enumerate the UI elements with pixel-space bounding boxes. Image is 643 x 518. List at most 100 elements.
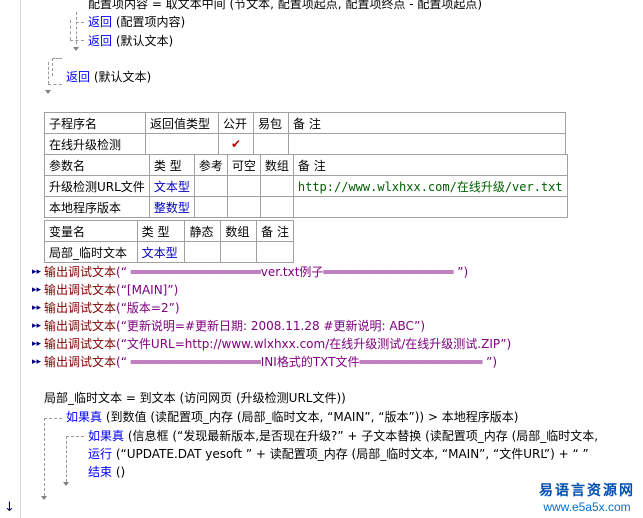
debug-argument: (“ ══════════════════INI格式的TXT文件════════…	[116, 355, 498, 369]
param-name[interactable]: 升级检测URL文件	[44, 175, 150, 197]
code-line-assign[interactable]: 局部_临时文本 = 到文本 (访问网页 (升级检测URL文件))	[44, 390, 346, 406]
variable-table: 变量名 类 型 静态 数组 备 注 局部_临时文本 文本型	[44, 220, 294, 263]
code-line-if-version[interactable]: 如果真 (到数值 (读配置项_内存 (局部_临时文本, “MAIN”, “版本”…	[66, 409, 518, 425]
parameter-row[interactable]: 本地程序版本 整数型	[44, 196, 568, 218]
header-cell: 数组	[259, 154, 294, 176]
code-line-return-content[interactable]: 返回 (配置项内容)	[88, 14, 185, 30]
header-cell: 公开	[218, 112, 254, 134]
var-name[interactable]: 局部_临时文本	[44, 241, 138, 263]
code-line-debug[interactable]: 输出调试文本(“ ══════════════════ver.txt例子════…	[44, 264, 468, 280]
header-cell: 参数名	[44, 154, 150, 176]
code-line-run[interactable]: 运行 (“UPDATE.DAT yesoft ” + 读配置项_内存 (局部_临…	[88, 446, 589, 462]
current-line-arrow-icon: ↓	[4, 500, 15, 515]
debug-function: 输出调试文本	[44, 283, 117, 297]
debug-argument: (“ ══════════════════ver.txt例子══════════…	[116, 265, 469, 279]
tree-guide	[48, 62, 49, 84]
param-array[interactable]	[259, 196, 294, 218]
subroutine-name[interactable]: 在线升级检测	[44, 133, 146, 155]
param-nullable[interactable]	[226, 196, 261, 218]
tree-guide	[70, 20, 71, 40]
param-type[interactable]: 文本型	[148, 175, 195, 197]
variable-header-row: 变量名 类 型 静态 数组 备 注	[44, 220, 294, 242]
breakpoint-marker-icon[interactable]: ▸▸	[32, 354, 41, 370]
tree-branch	[66, 436, 84, 437]
breakpoint-marker-icon[interactable]: ▸▸	[32, 300, 41, 316]
parameter-table: 参数名 类 型 参考 可空 数组 备 注 升级检测URL文件 文本型 http:…	[44, 154, 568, 218]
header-cell: 静态	[184, 220, 222, 242]
tree-guide	[44, 418, 45, 496]
variable-row[interactable]: 局部_临时文本 文本型	[44, 241, 294, 263]
flow-arrow-icon	[63, 482, 69, 486]
tree-guide	[66, 436, 67, 482]
header-cell: 子程序名	[44, 112, 146, 134]
breakpoint-marker-icon[interactable]: ▸▸	[32, 336, 41, 352]
flow-arrow-icon	[45, 90, 51, 94]
site-watermark: 易语言资源网 www.e5a5x.com	[539, 480, 635, 514]
if-keyword: 如果真	[88, 429, 125, 443]
public-check-icon[interactable]: ✔	[218, 133, 254, 155]
code-line-debug[interactable]: 输出调试文本(“ ══════════════════INI格式的TXT文件══…	[44, 354, 497, 370]
header-cell: 类 型	[148, 154, 195, 176]
return-keyword: 返回	[88, 34, 113, 48]
watermark-title: 易语言资源网	[539, 483, 635, 499]
debug-function: 输出调试文本	[44, 337, 117, 351]
var-type[interactable]: 文本型	[136, 241, 186, 263]
var-array[interactable]	[220, 241, 258, 263]
param-note[interactable]	[292, 196, 568, 218]
header-cell: 返回值类型	[145, 112, 219, 134]
var-note[interactable]	[256, 241, 294, 263]
tree-branch	[52, 58, 62, 59]
debug-argument: (“更新说明=#更新日期: 2008.11.28 #更新说明: ABC”)	[116, 319, 426, 333]
param-nullable[interactable]	[226, 175, 261, 197]
code-text: (默认文本)	[90, 70, 152, 84]
code-line-return-default[interactable]: 返回 (默认文本)	[88, 33, 173, 49]
code-line-return-default-outer[interactable]: 返回 (默认文本)	[66, 69, 151, 85]
debug-function: 输出调试文本	[44, 301, 117, 315]
easy-pkg-cell[interactable]	[253, 133, 289, 155]
subroutine-header-row: 子程序名 返回值类型 公开 易包 备 注	[44, 112, 566, 134]
header-cell: 可空	[226, 154, 261, 176]
tree-branch	[48, 84, 62, 85]
tree-branch	[76, 22, 84, 23]
if-keyword: 如果真	[66, 410, 103, 424]
var-static[interactable]	[184, 241, 222, 263]
tree-branch	[44, 418, 62, 419]
breakpoint-marker-icon[interactable]: ▸▸	[32, 318, 41, 334]
code-line-debug[interactable]: 输出调试文本(“文件URL=http://www.wlxhxx.com/在线升级…	[44, 336, 511, 352]
header-cell: 备 注	[256, 220, 294, 242]
debug-function: 输出调试文本	[44, 319, 117, 333]
line-gutter	[0, 0, 21, 518]
header-cell: 变量名	[44, 220, 138, 242]
code-text: 配置项内容 = 取文本中间 (节文本, 配置项起点, 配置项终点 - 配置项起点…	[88, 0, 483, 11]
code-line-if-msgbox[interactable]: 如果真 (信息框 (“发现最新版本,是否现在升级?” + 子文本替换 (读配置项…	[88, 428, 598, 444]
param-name[interactable]: 本地程序版本	[44, 196, 150, 218]
note-cell[interactable]	[288, 133, 566, 155]
code-line-config-content[interactable]: 配置项内容 = 取文本中间 (节文本, 配置项起点, 配置项终点 - 配置项起点…	[88, 0, 482, 12]
code-text: (默认文本)	[112, 34, 174, 48]
code-text: 局部_临时文本 = 到文本 (访问网页 (升级检测URL文件))	[44, 391, 346, 405]
return-type-cell[interactable]	[145, 133, 219, 155]
code-text: (信息框 (“发现最新版本,是否现在升级?” + 子文本替换 (读配置项_内存 …	[124, 429, 599, 443]
debug-function: 输出调试文本	[44, 355, 117, 369]
breakpoint-marker-icon[interactable]: ▸▸	[32, 282, 41, 298]
code-line-end[interactable]: 结束 ()	[88, 464, 125, 480]
return-keyword: 返回	[66, 70, 91, 84]
run-keyword: 运行	[88, 447, 113, 461]
breakpoint-marker-icon[interactable]: ▸▸	[32, 264, 41, 280]
param-ref[interactable]	[193, 175, 228, 197]
watermark-url: www.e5a5x.com	[543, 500, 631, 514]
param-note[interactable]: http://www.wlxhxx.com/在线升级/ver.txt	[292, 175, 568, 197]
parameter-row[interactable]: 升级检测URL文件 文本型 http://www.wlxhxx.com/在线升级…	[44, 175, 568, 197]
subroutine-row[interactable]: 在线升级检测 ✔	[44, 133, 566, 155]
debug-argument: (“版本=2”)	[116, 301, 180, 315]
code-line-debug[interactable]: 输出调试文本(“版本=2”)	[44, 300, 180, 316]
code-line-debug[interactable]: 输出调试文本(“更新说明=#更新日期: 2008.11.28 #更新说明: AB…	[44, 318, 425, 334]
param-ref[interactable]	[193, 196, 228, 218]
code-line-debug[interactable]: 输出调试文本(“[MAIN]”)	[44, 282, 178, 298]
param-type[interactable]: 整数型	[148, 196, 195, 218]
param-array[interactable]	[259, 175, 294, 197]
header-cell: 易包	[253, 112, 289, 134]
code-text: (“UPDATE.DAT yesoft ” + 读配置项_内存 (局部_临时文本…	[112, 447, 589, 461]
debug-argument: (“文件URL=http://www.wlxhxx.com/在线升级测试/在线升…	[116, 337, 512, 351]
code-text: (到数值 (读配置项_内存 (局部_临时文本, “MAIN”, “版本”)) >…	[102, 410, 519, 424]
